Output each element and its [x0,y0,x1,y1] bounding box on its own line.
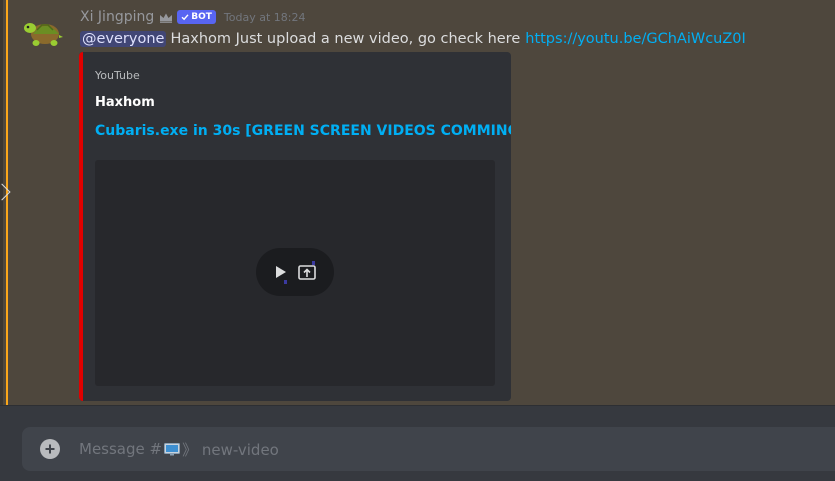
everyone-mention[interactable]: @everyone [80,31,167,47]
open-external-icon[interactable] [298,264,316,280]
placeholder-prefix: Message # [79,440,163,458]
placeholder-channel: 》 new-video [182,440,279,459]
composer-divider [0,405,835,406]
message-composer[interactable]: Message # 》 new-video [22,427,835,471]
bot-tag: BOT [177,10,216,24]
bot-tag-label: BOT [191,12,212,22]
play-icon[interactable] [274,264,288,280]
mention-indicator-bar [6,0,8,405]
username[interactable]: Xi Jingping [80,9,154,25]
turtle-avatar-icon[interactable] [22,10,64,52]
embed-accent-bar [79,52,83,401]
video-link[interactable]: https://youtu.be/GChAiWcuZ0I [525,31,746,47]
message-text: Haxhom Just upload a new video, go check… [170,31,521,47]
tv-icon [164,442,181,456]
loading-dot [312,261,315,265]
timestamp[interactable]: Today at 18:24 [224,11,306,24]
video-controls [256,248,334,296]
youtube-embed: YouTube Haxhom Cubaris.exe in 30s [GREEN… [79,52,511,401]
embed-author[interactable]: Haxhom [95,95,155,110]
embed-title[interactable]: Cubaris.exe in 30s [GREEN SCREEN VIDEOS … [95,123,511,139]
message-header: Xi Jingping BOT Today at 18:24 [80,8,305,26]
plus-circle-icon[interactable] [40,439,60,459]
check-icon [181,14,189,21]
crown-icon [159,12,173,23]
loading-dot [284,280,287,284]
channel-list-edge [0,0,3,405]
message-input-placeholder[interactable]: Message # 》 new-video [79,439,279,459]
embed-provider[interactable]: YouTube [95,69,140,82]
message-content: @everyone Haxhom Just upload a new video… [80,29,746,49]
video-thumbnail[interactable] [95,160,495,386]
